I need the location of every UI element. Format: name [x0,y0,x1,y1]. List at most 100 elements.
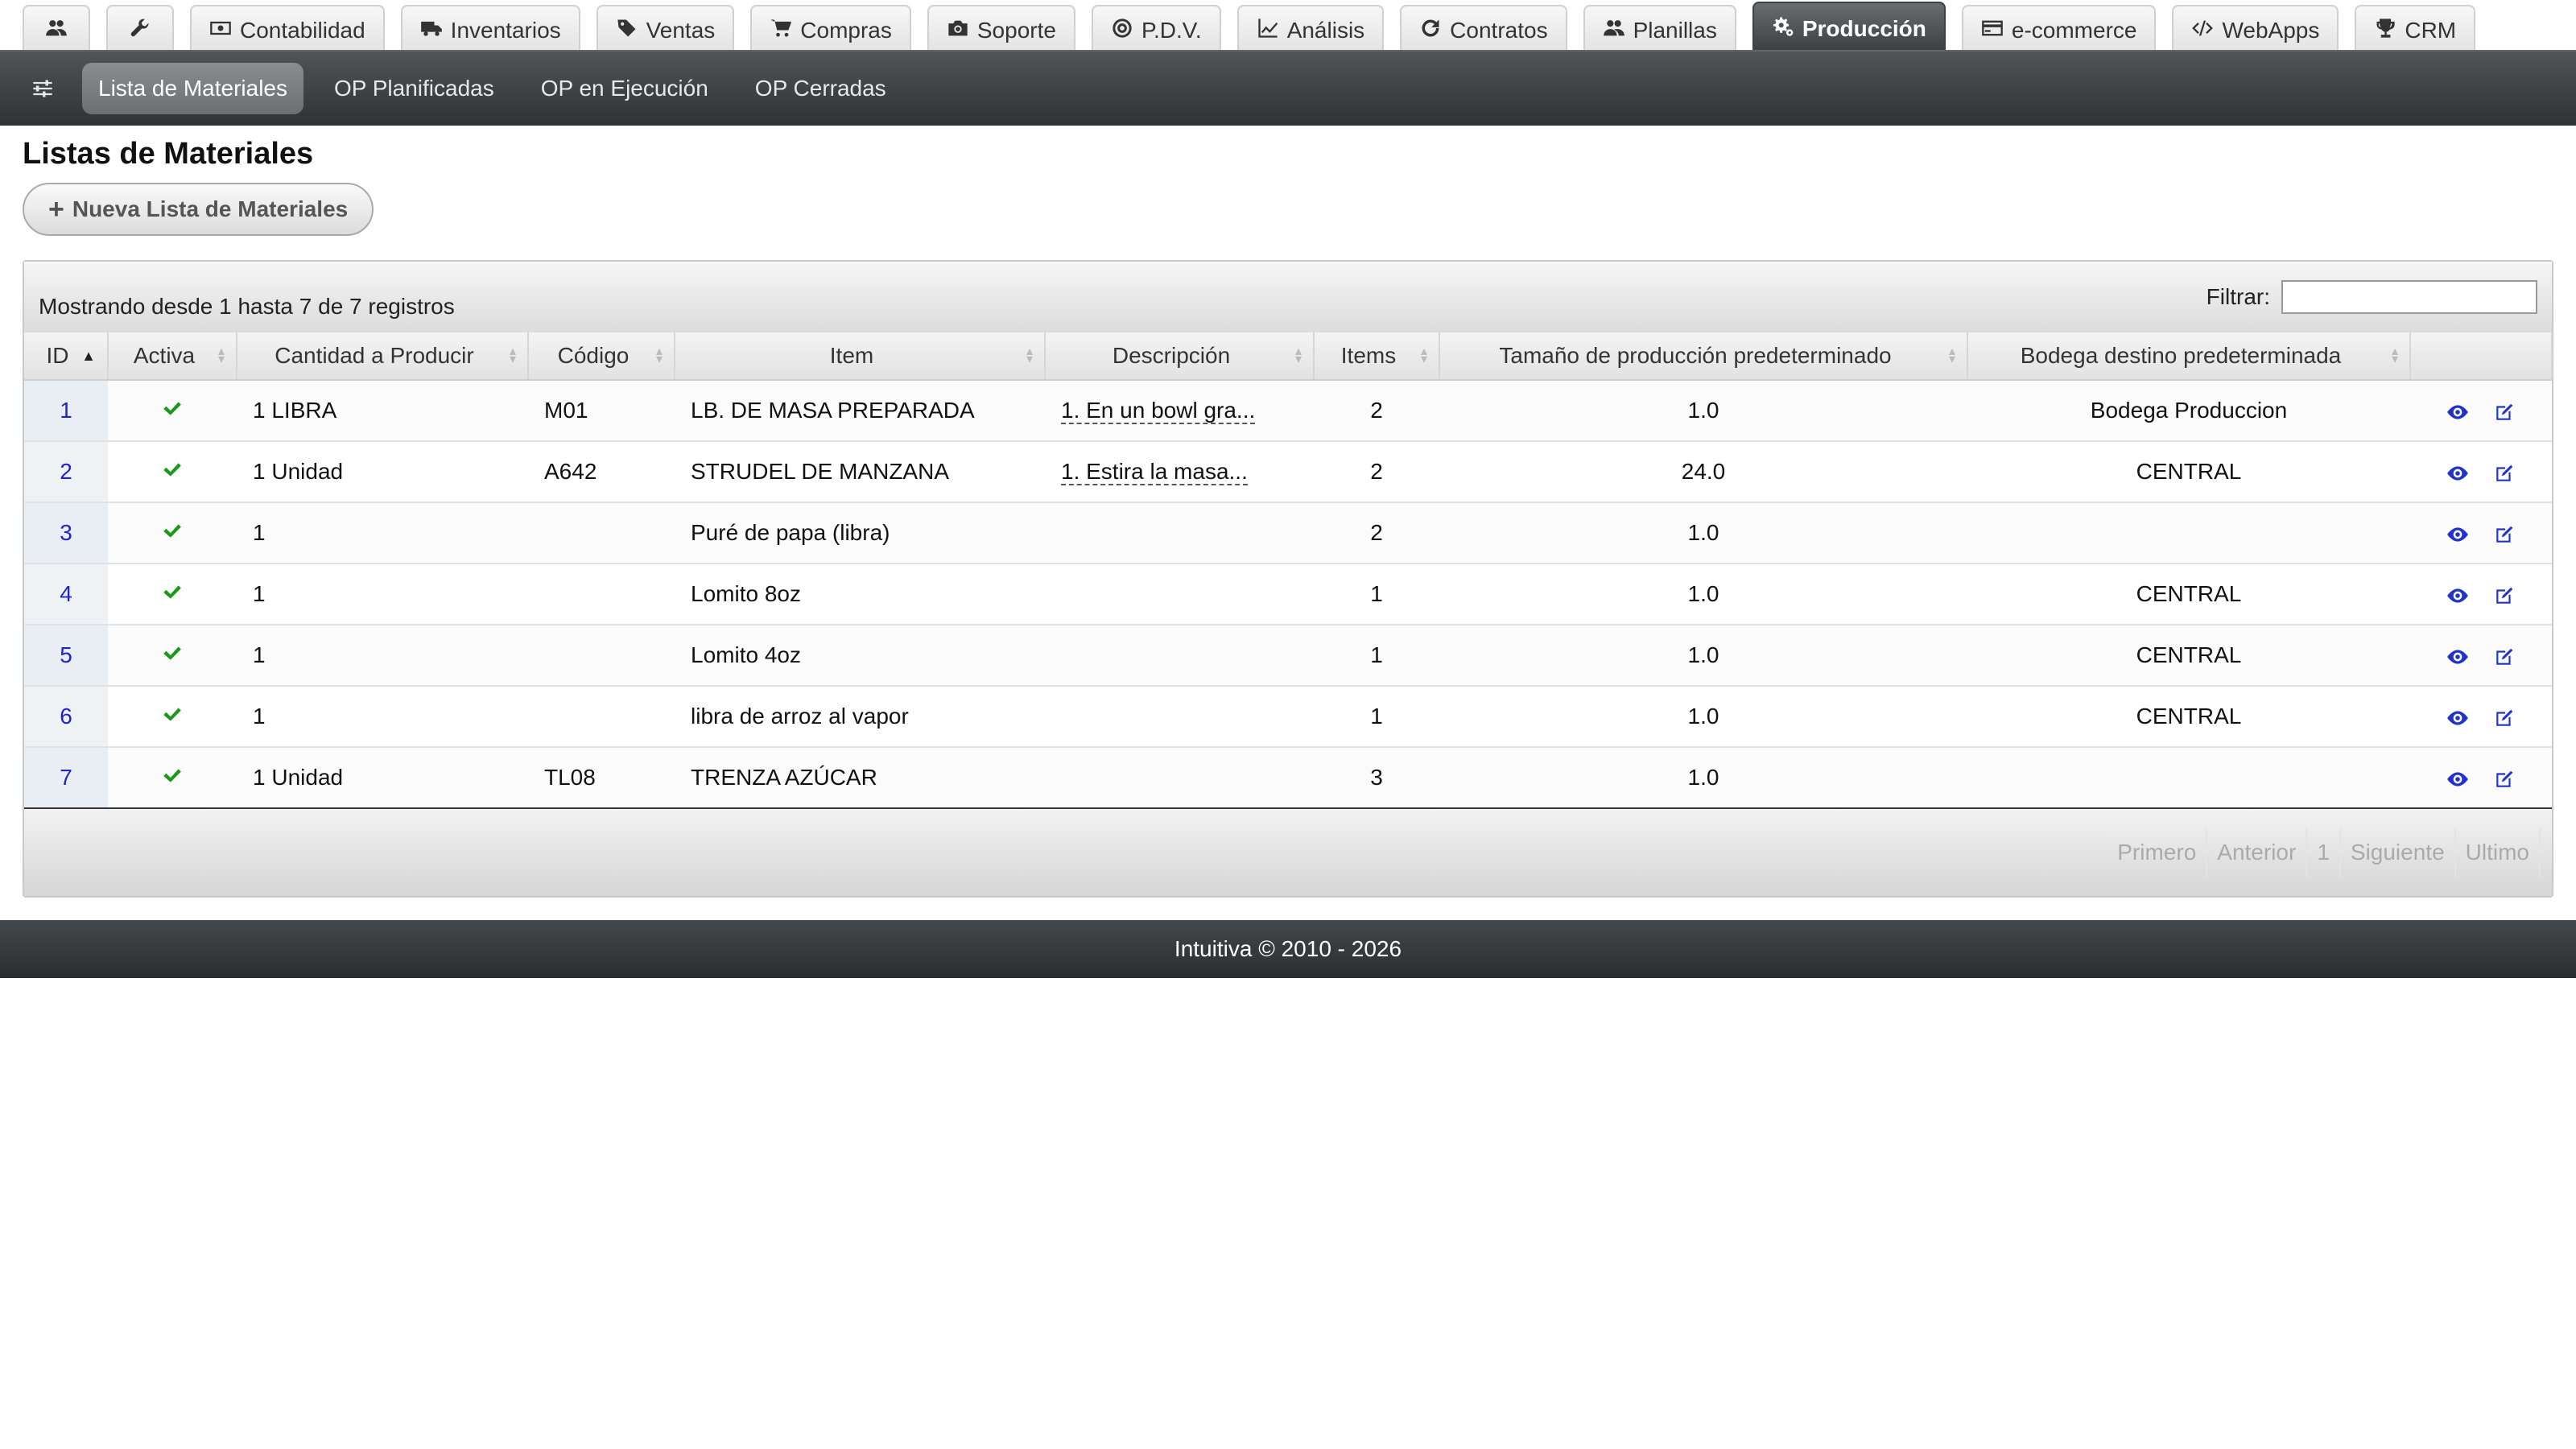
pager-previous[interactable]: Anterior [2207,828,2308,877]
tab-crm[interactable]: CRM [2355,5,2476,50]
edit-icon[interactable] [2492,646,2516,667]
col-header-items[interactable]: Items ▴ ▾ [1314,332,1440,381]
tab-produccion[interactable]: Producción [1752,2,1946,50]
cell-item: Lomito 4oz [675,625,1045,687]
tab-analisis[interactable]: Análisis [1236,5,1385,50]
col-header-id[interactable]: ID ▲ [24,332,109,381]
table-header-row: ID ▲ Activa ▴ ▾ Cantidad a Producir ▴ ▾ Códig… [24,332,2553,381]
edit-icon[interactable] [2492,769,2516,790]
tab-label: CRM [2405,18,2457,43]
table-row: 2 1 Unidad A642 STRUDEL DE MANZANA 1. Estira… [24,441,2552,503]
tab-contabilidad[interactable]: Contabilidad [190,5,385,50]
cell-item: LB. DE MASA PREPARADA [675,380,1045,442]
tab-planillas[interactable]: Planillas [1583,5,1736,50]
pager-first[interactable]: Primero [2107,828,2208,877]
users-icon [1603,17,1625,45]
bom-table: ID ▲ Activa ▴ ▾ Cantidad a Producir ▴ ▾ Códig… [24,332,2553,809]
row-id-link[interactable]: 3 [24,502,108,564]
row-id-link[interactable]: 5 [24,625,108,687]
tab-contratos[interactable]: Contratos [1400,5,1567,50]
cart-icon [770,17,792,45]
filter-label: Filtrar: [2206,284,2270,309]
subnav-lista-materiales[interactable]: Lista de Materiales [82,63,304,114]
tab-users[interactable] [23,5,90,50]
cell-activa [108,441,237,503]
bullseye-icon [1111,17,1133,45]
tab-webapps[interactable]: WebApps [2172,5,2339,50]
sort-icon: ▴ ▾ [2391,345,2398,366]
view-eye-icon[interactable] [2446,708,2470,729]
col-header-cantidad[interactable]: Cantidad a Producir ▴ ▾ [237,332,529,381]
description-tooltip-link[interactable]: 1. En un bowl gra... [1061,398,1256,424]
filter-input[interactable] [2281,280,2537,314]
cell-tamano: 1.0 [1439,686,1967,748]
edit-icon[interactable] [2492,708,2516,729]
cell-items: 3 [1314,747,1439,809]
check-icon [162,642,183,667]
tab-label: Planillas [1633,18,1717,43]
row-id-link[interactable]: 2 [24,441,108,503]
cell-actions [2410,564,2552,625]
table-footer: Primero Anterior 1 Siguiente Ultimo [24,809,2552,896]
tab-tools[interactable] [106,5,174,50]
col-header-bodega[interactable]: Bodega destino predeterminada ▴ ▾ [1967,332,2411,381]
row-id-link[interactable]: 6 [24,686,108,748]
cell-activa [108,380,237,442]
subnav-op-cerradas[interactable]: OP Cerradas [739,63,902,114]
view-eye-icon[interactable] [2446,585,2470,606]
sliders-icon[interactable] [24,70,61,107]
footer-text: Intuitiva © 2010 - 2026 [1174,936,1402,961]
tab-label: P.D.V. [1141,18,1202,43]
edit-icon[interactable] [2492,585,2516,606]
users-icon [45,17,68,45]
cell-cantidad: 1 [237,686,528,748]
cell-item: TRENZA AZÚCAR [675,747,1045,809]
check-icon [162,520,183,545]
tab-ecommerce[interactable]: e-commerce [1961,5,2157,50]
tab-ventas[interactable]: Ventas [596,5,735,50]
tab-inventarios[interactable]: Inventarios [400,5,580,50]
cell-item: Puré de papa (libra) [675,502,1045,564]
table-row: 4 1 Lomito 8oz 1 1.0 CENTRAL [24,564,2552,625]
cell-tamano: 24.0 [1439,441,1967,503]
tab-soporte[interactable]: Soporte [927,5,1075,50]
trophy-icon [2374,17,2396,45]
tab-label: Contabilidad [240,18,365,43]
edit-icon[interactable] [2492,524,2516,545]
view-eye-icon[interactable] [2446,769,2470,790]
cell-activa [108,747,237,809]
cell-tamano: 1.0 [1439,747,1967,809]
row-id-link[interactable]: 4 [24,564,108,625]
pager-next[interactable]: Siguiente [2340,828,2456,877]
cell-tamano: 1.0 [1439,380,1967,442]
col-header-item[interactable]: Item ▴ ▾ [675,332,1046,381]
col-header-activa[interactable]: Activa ▴ ▾ [108,332,237,381]
new-bom-button[interactable]: + Nueva Lista de Materiales [23,183,374,236]
col-header-tamano[interactable]: Tamaño de producción predeterminado ▴ ▾ [1439,332,1968,381]
subnav-op-ejecucion[interactable]: OP en Ejecución [525,63,724,114]
tab-pdv[interactable]: P.D.V. [1091,5,1221,50]
view-eye-icon[interactable] [2446,463,2470,484]
col-header-descripcion[interactable]: Descripción ▴ ▾ [1045,332,1315,381]
cell-bodega: Bodega Produccion [1967,380,2410,442]
edit-icon[interactable] [2492,463,2516,484]
pager-last[interactable]: Ultimo [2455,828,2541,877]
edit-icon[interactable] [2492,402,2516,423]
pager-page[interactable]: 1 [2307,828,2341,877]
tab-label: Análisis [1286,18,1365,43]
col-header-codigo[interactable]: Código ▴ ▾ [528,332,675,381]
row-id-link[interactable]: 1 [24,380,108,442]
module-tabs: Contabilidad Inventarios Ventas Compras … [0,0,2576,50]
description-tooltip-link[interactable]: 1. Estira la masa... [1061,459,1248,485]
table-row: 7 1 Unidad TL08 TRENZA AZÚCAR 3 1.0 [24,747,2552,809]
table-row: 6 1 libra de arroz al vapor 1 1.0 CENTRAL [24,686,2552,748]
view-eye-icon[interactable] [2446,646,2470,667]
view-eye-icon[interactable] [2446,402,2470,423]
subnav-op-planificadas[interactable]: OP Planificadas [318,63,510,114]
cell-codigo: M01 [528,380,675,442]
cell-descripcion [1045,747,1314,809]
pagination: Primero Anterior 1 Siguiente Ultimo [2107,828,2541,877]
row-id-link[interactable]: 7 [24,747,108,809]
view-eye-icon[interactable] [2446,524,2470,545]
tab-compras[interactable]: Compras [750,5,911,50]
